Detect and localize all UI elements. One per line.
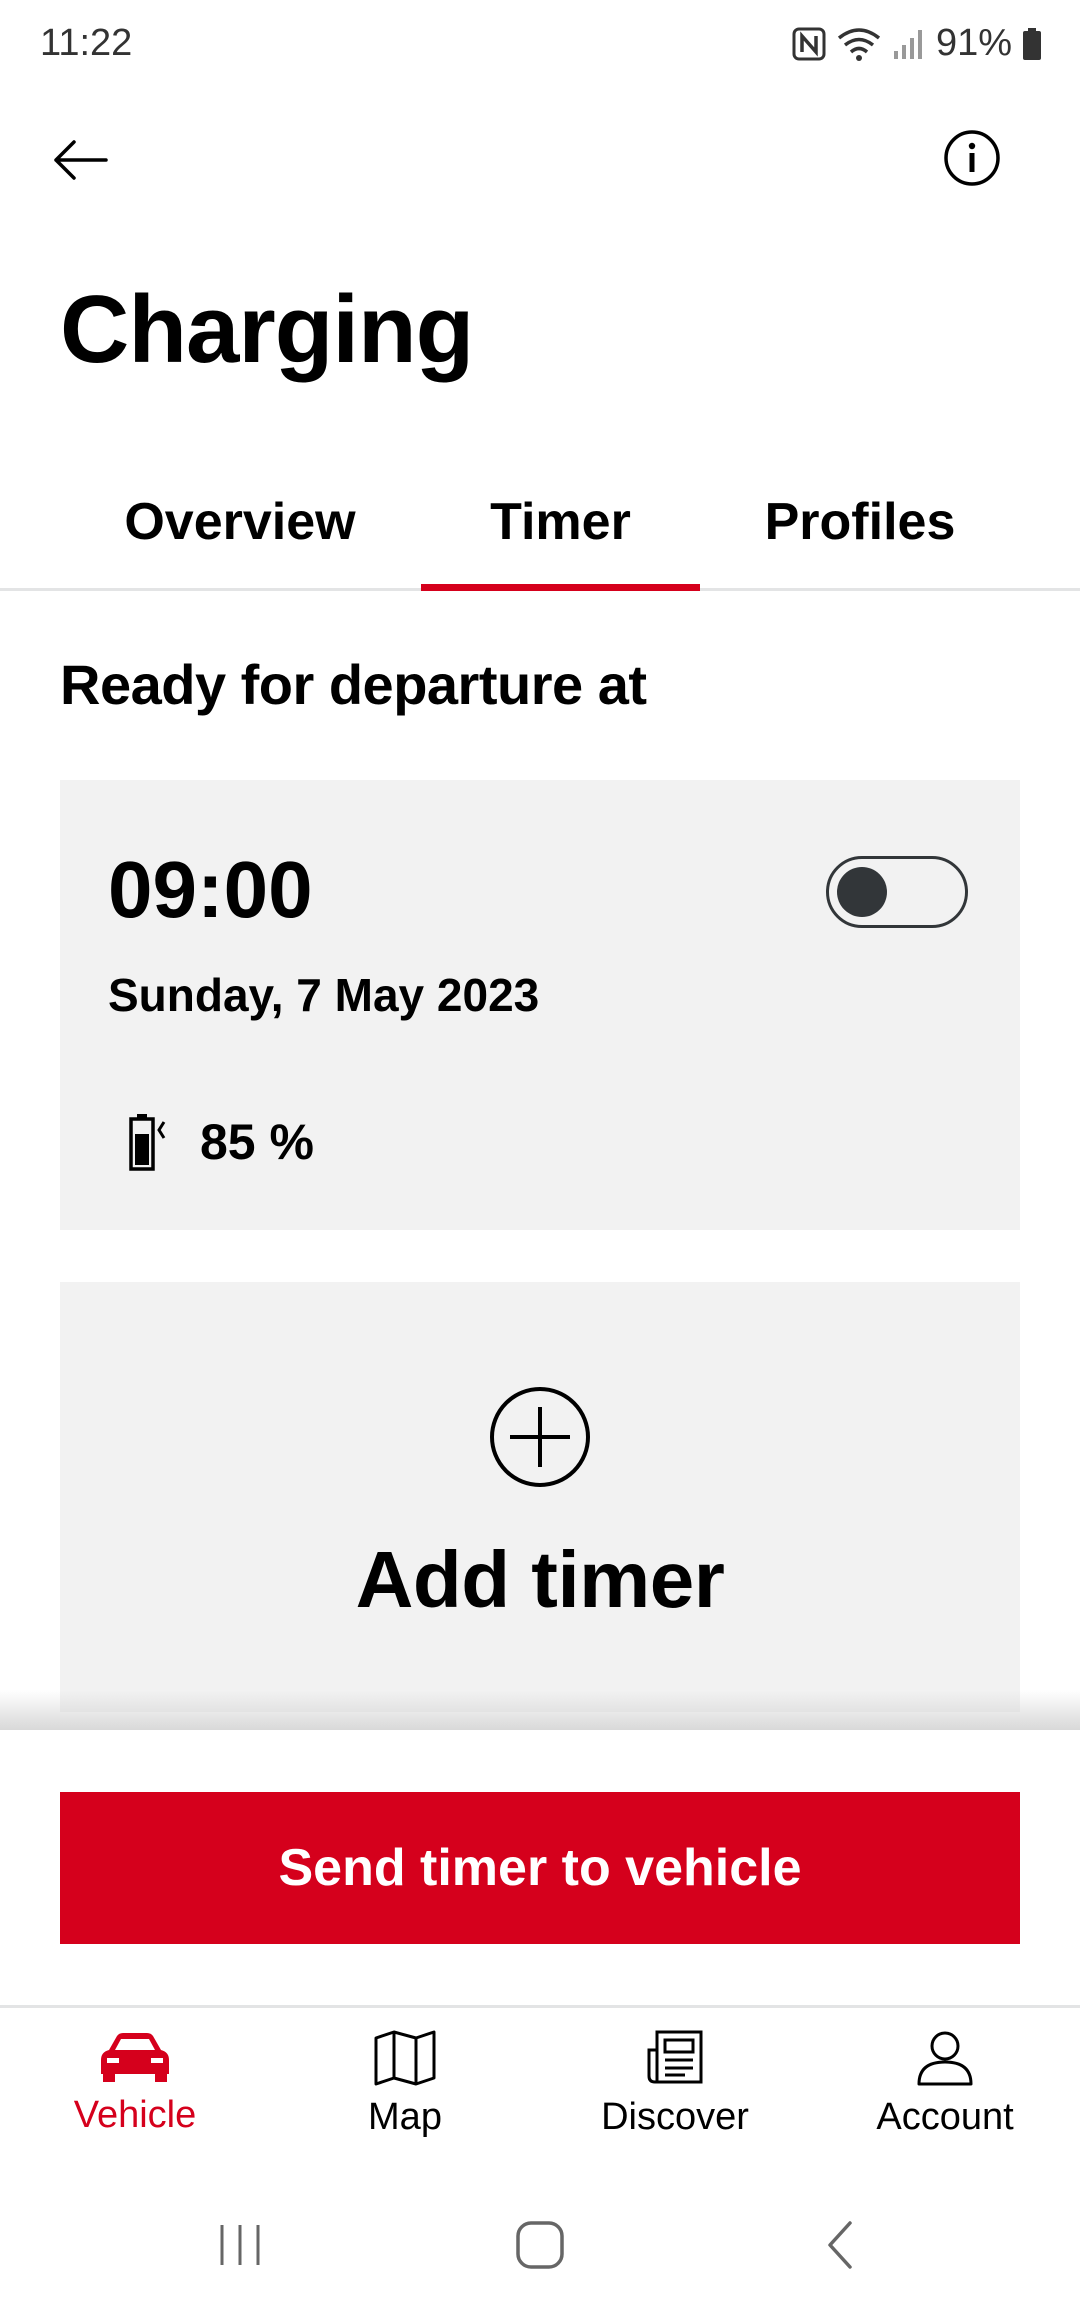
nav-label: Vehicle <box>73 2094 197 2136</box>
battery-charge-icon <box>129 1114 166 1171</box>
nav-divider <box>0 2005 1080 2008</box>
page-title: Charging <box>60 276 474 383</box>
map-icon <box>374 2030 436 2086</box>
timer-toggle[interactable] <box>826 856 968 928</box>
battery-percentage: 91% <box>935 22 1012 64</box>
toggle-knob <box>837 867 887 917</box>
tab-label: Overview <box>124 493 356 551</box>
wifi-icon <box>837 27 881 61</box>
recent-apps-icon <box>220 2225 260 2265</box>
tab-profiles[interactable]: Profiles <box>730 470 990 590</box>
tab-label: Profiles <box>764 493 956 551</box>
timer-card[interactable]: 09:00 Sunday, 7 May 2023 85 % <box>60 780 1020 1230</box>
tab-overview[interactable]: Overview <box>100 470 380 590</box>
section-heading: Ready for departure at <box>60 653 647 716</box>
active-tab-indicator <box>421 584 700 591</box>
tab-bar: Overview Timer Profiles <box>0 470 1080 590</box>
info-icon <box>944 130 1000 186</box>
nav-label: Discover <box>601 2096 749 2138</box>
info-button[interactable] <box>942 128 1002 188</box>
add-timer-label: Add timer <box>355 1535 725 1624</box>
nav-map[interactable]: Map <box>270 2030 540 2160</box>
tab-label: Timer <box>490 493 631 551</box>
status-time: 11:22 <box>40 22 133 64</box>
news-icon <box>647 2030 703 2084</box>
battery-status-icon <box>1023 27 1041 60</box>
target-charge-value: 85 % <box>200 1114 314 1170</box>
signal-icon <box>893 29 922 59</box>
user-icon <box>917 2031 973 2086</box>
nfc-icon <box>792 27 826 60</box>
timer-time: 09:00 <box>108 845 313 934</box>
plus-circle-icon <box>490 1387 590 1487</box>
home-icon <box>516 2221 564 2269</box>
timer-date: Sunday, 7 May 2023 <box>108 969 540 1021</box>
add-timer-card[interactable]: Add timer <box>60 1282 1020 1712</box>
scroll-fade <box>0 1690 1080 1732</box>
arrow-left-icon <box>54 140 108 180</box>
nav-label: Map <box>368 2096 442 2138</box>
send-timer-button[interactable]: Send timer to vehicle <box>60 1792 1020 1944</box>
chevron-left-icon <box>828 2221 852 2269</box>
status-icons: 91% <box>792 22 1042 65</box>
recent-apps-button[interactable] <box>200 2215 280 2275</box>
nav-discover[interactable]: Discover <box>540 2030 810 2160</box>
system-back-button[interactable] <box>800 2215 880 2275</box>
target-charge-row: 85 % <box>128 1112 314 1172</box>
nav-account[interactable]: Account <box>810 2030 1080 2160</box>
nav-vehicle[interactable]: Vehicle <box>0 2030 270 2160</box>
nav-label: Account <box>876 2096 1014 2138</box>
home-button[interactable] <box>500 2215 580 2275</box>
car-icon <box>101 2033 169 2082</box>
tab-timer[interactable]: Timer <box>421 470 700 590</box>
back-button[interactable] <box>52 120 142 200</box>
